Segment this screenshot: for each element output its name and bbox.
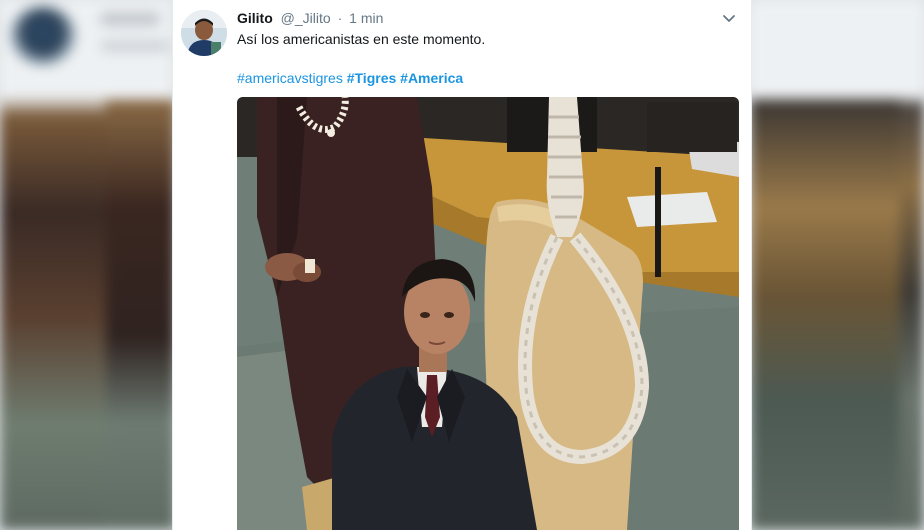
hashtag-tigres[interactable]: #Tigres bbox=[347, 70, 397, 86]
blurred-name bbox=[100, 12, 160, 26]
display-name[interactable]: Gilito bbox=[237, 10, 273, 26]
meme-image bbox=[237, 97, 739, 530]
chevron-down-icon[interactable] bbox=[721, 12, 737, 26]
blurred-text bbox=[100, 40, 170, 52]
tweet-header: Gilito @_Jilito · 1 min bbox=[237, 10, 751, 28]
blurred-right-panel bbox=[750, 0, 924, 530]
timestamp[interactable]: 1 min bbox=[349, 10, 383, 26]
hashtag-americavstigres[interactable]: #americavstigres bbox=[237, 70, 343, 86]
tweet-text: Así los americanistas en este momento. bbox=[237, 31, 486, 47]
blurred-avatar bbox=[10, 6, 76, 66]
blurred-photo-right bbox=[750, 100, 900, 530]
tweet-photo[interactable] bbox=[237, 97, 739, 530]
user-handle[interactable]: @_Jilito bbox=[281, 10, 331, 26]
avatar-image bbox=[181, 10, 227, 56]
blurred-left-panel bbox=[0, 0, 176, 530]
hashtag-line: #americavstigres #Tigres #America bbox=[237, 70, 463, 86]
separator-dot: · bbox=[337, 10, 343, 26]
tweet-card: Gilito @_Jilito · 1 min Así los american… bbox=[172, 0, 752, 530]
blurred-photo-left bbox=[106, 100, 176, 530]
hashtag-america[interactable]: #America bbox=[400, 70, 463, 86]
avatar[interactable] bbox=[181, 10, 227, 56]
